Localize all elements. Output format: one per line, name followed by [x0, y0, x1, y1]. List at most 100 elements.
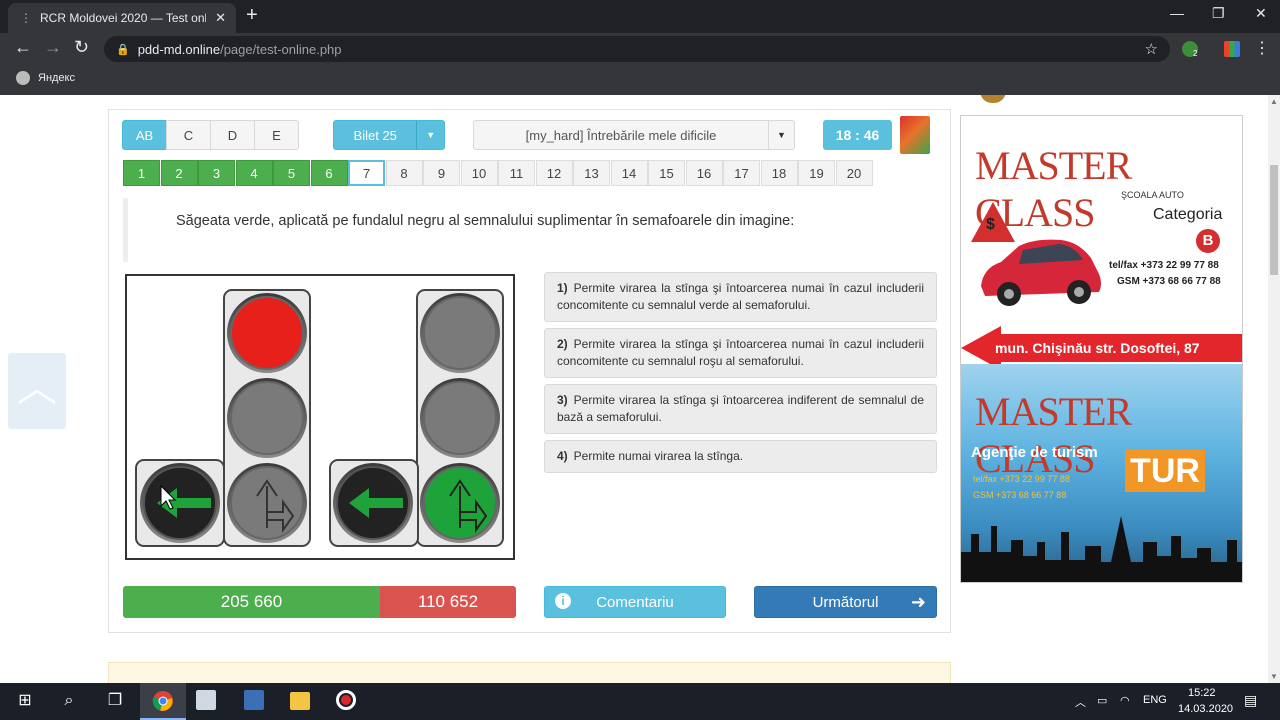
- notepad-app-icon[interactable]: [196, 690, 216, 710]
- question-nav-15[interactable]: 15: [648, 160, 685, 186]
- category-d-button[interactable]: D: [210, 120, 255, 150]
- windows-taskbar: ⊞ ⌕ ❐ ︿ ▭ ◠ ENG 15:22 14.03.2020 ▤: [0, 683, 1280, 720]
- tab-strip: ⋮ RCR Moldovei 2020 — Test onlin ✕ + — ❐…: [0, 0, 1280, 33]
- wrong-answers-count: 110 652: [380, 586, 516, 618]
- hard-questions-select[interactable]: [my_hard] Întrebările mele dificile ▼: [473, 120, 795, 150]
- question-nav-16[interactable]: 16: [685, 160, 723, 186]
- bookmarks-bar: Яндекс: [0, 65, 1280, 95]
- answer-option-4[interactable]: 4) Permite numai virarea la stînga.: [544, 440, 937, 473]
- answer-option-3[interactable]: 3) Permite virarea la stînga şi întoarcer…: [544, 384, 937, 434]
- question-nav-18[interactable]: 18: [760, 160, 798, 186]
- car-icon: [981, 239, 1101, 306]
- right-yellow-light: [423, 381, 497, 455]
- address-bar[interactable]: 🔒 pdd-md.online /page/test-online.php ☆: [104, 36, 1170, 62]
- answer-number: 4): [557, 449, 568, 463]
- clock-time[interactable]: 15:22: [1188, 687, 1216, 699]
- reload-button[interactable]: ↻: [74, 37, 89, 58]
- bookmark-star-icon[interactable]: ☆: [1145, 40, 1158, 58]
- question-nav-4[interactable]: 4: [235, 160, 273, 186]
- page-scrollbar[interactable]: ▲ ▼: [1268, 95, 1280, 683]
- city-skyline-icon: [961, 516, 1242, 582]
- category-c-button[interactable]: C: [166, 120, 211, 150]
- chrome-icon: [152, 691, 173, 711]
- advertisement-banner[interactable]: MASTER CLASS ŞCOALA AUTO Categoria B $ t…: [960, 115, 1243, 583]
- new-tab-button[interactable]: +: [246, 4, 258, 27]
- info-panel: [108, 662, 951, 683]
- file-explorer-icon[interactable]: [290, 692, 310, 710]
- search-icon[interactable]: ⌕: [58, 690, 80, 712]
- url-host: pdd-md.online: [137, 41, 221, 57]
- bookmark-yandex[interactable]: Яндекс: [16, 71, 75, 85]
- tab-close-icon[interactable]: ✕: [215, 10, 226, 26]
- question-nav-17[interactable]: 17: [723, 160, 760, 186]
- back-to-top-button[interactable]: ︿: [8, 353, 66, 429]
- scroll-thumb[interactable]: [1270, 165, 1278, 275]
- close-window-button[interactable]: ✕: [1255, 5, 1267, 22]
- windows-start-icon[interactable]: ⊞: [14, 690, 36, 712]
- ticket-dropdown[interactable]: Bilet 25 ▼: [333, 120, 445, 150]
- ad-address: mun. Chişinău str. Dosoftei, 87: [995, 340, 1200, 356]
- question-nav-11[interactable]: 11: [498, 160, 535, 186]
- answer-number: 1): [557, 281, 568, 295]
- question-nav-2[interactable]: 2: [160, 160, 198, 186]
- caret-down-icon[interactable]: ▼: [416, 121, 444, 149]
- answer-option-1[interactable]: 1) Permite virarea la stînga şi întoarcer…: [544, 272, 937, 322]
- back-button[interactable]: ←: [14, 37, 32, 58]
- comment-button[interactable]: i Comentariu: [544, 586, 726, 618]
- answer-text: Permite numai virarea la stînga.: [573, 449, 744, 463]
- tab-title: RCR Moldovei 2020 — Test onlin: [40, 11, 206, 25]
- question-nav-13[interactable]: 13: [573, 160, 610, 186]
- question-nav-20[interactable]: 20: [835, 160, 873, 186]
- tray-expand-icon[interactable]: ︿: [1075, 694, 1086, 710]
- ad-phone-1: tel/fax +373 22 99 77 88: [1109, 260, 1219, 271]
- caret-down-icon[interactable]: ▼: [768, 121, 794, 149]
- answer-text: Permite virarea la stînga şi întoarcerea…: [557, 393, 924, 424]
- ad-category-label: Categoria: [1153, 206, 1223, 223]
- comment-label: Comentariu: [596, 593, 674, 611]
- forward-button[interactable]: →: [44, 37, 62, 58]
- question-nav-9[interactable]: 9: [423, 160, 460, 186]
- info-icon: i: [555, 593, 571, 609]
- left-yellow-light: [230, 381, 304, 455]
- category-selector: AB C D E: [122, 120, 299, 150]
- hard-questions-label: [my_hard] Întrebările mele dificile: [525, 127, 717, 143]
- language-indicator[interactable]: ENG: [1143, 694, 1167, 706]
- question-nav-10[interactable]: 10: [460, 160, 498, 186]
- question-nav-7[interactable]: 7: [348, 160, 385, 186]
- question-nav-14[interactable]: 14: [610, 160, 648, 186]
- minimize-button[interactable]: —: [1170, 5, 1184, 21]
- battery-icon[interactable]: ▭: [1097, 694, 1107, 707]
- notification-center-icon[interactable]: ▤: [1244, 692, 1257, 709]
- question-nav-12[interactable]: 12: [535, 160, 573, 186]
- question-nav-5[interactable]: 5: [273, 160, 310, 186]
- answers-list: 1) Permite virarea la stînga şi întoarcer…: [544, 272, 937, 479]
- question-nav-6[interactable]: 6: [310, 160, 348, 186]
- browser-tab[interactable]: ⋮ RCR Moldovei 2020 — Test onlin ✕: [8, 3, 236, 33]
- ad-category-badge: B: [1196, 229, 1220, 253]
- chevron-up-icon: ︿: [17, 366, 57, 410]
- category-ab-button[interactable]: AB: [122, 120, 167, 150]
- wifi-icon[interactable]: ◠: [1120, 694, 1130, 707]
- site-favicon-icon: ⋮: [20, 11, 32, 25]
- task-view-icon[interactable]: ❐: [104, 690, 126, 712]
- question-nav-19[interactable]: 19: [798, 160, 835, 186]
- scroll-down-icon[interactable]: ▼: [1270, 672, 1278, 681]
- category-e-button[interactable]: E: [254, 120, 299, 150]
- answer-option-2[interactable]: 2) Permite virarea la stînga şi întoarcer…: [544, 328, 937, 378]
- answer-number: 2): [557, 337, 568, 351]
- office-extension-icon[interactable]: [1224, 41, 1240, 57]
- question-nav-1[interactable]: 1: [123, 160, 160, 186]
- countdown-timer: 18 : 46: [823, 120, 892, 150]
- maximize-button[interactable]: ❐: [1212, 5, 1225, 22]
- question-nav-8[interactable]: 8: [385, 160, 423, 186]
- scroll-up-icon[interactable]: ▲: [1270, 97, 1278, 106]
- clock-date[interactable]: 14.03.2020: [1178, 703, 1233, 715]
- browser-menu-icon[interactable]: ⋮: [1254, 38, 1270, 58]
- next-button[interactable]: Următorul ➜: [754, 586, 937, 618]
- ad-phone-2: GSM +373 68 66 77 88: [1117, 276, 1221, 287]
- chrome-taskbar-item[interactable]: [140, 683, 186, 720]
- editor-app-icon[interactable]: [244, 690, 264, 710]
- arrow-right-icon: ➜: [910, 592, 926, 612]
- rule-book-icon[interactable]: [900, 116, 930, 154]
- question-nav-3[interactable]: 3: [198, 160, 235, 186]
